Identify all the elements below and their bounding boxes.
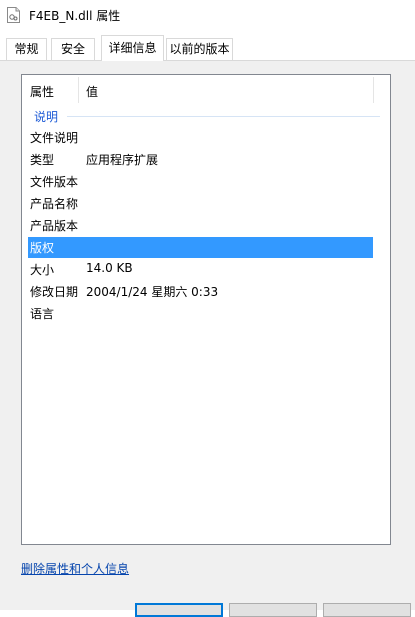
column-divider[interactable] [373,77,374,103]
column-header-value[interactable]: 值 [86,83,98,100]
property-value: 2004/1/24 星期六 0:33 [86,285,219,299]
list-item[interactable]: 产品版本 [28,215,373,236]
list-header: 属性 值 [22,75,390,107]
property-value: 应用程序扩展 [86,153,159,167]
properties-list[interactable]: 属性 值 说明 文件说明 类型 应用程序扩展 文件版本 产品名称 产品版本 版权… [21,74,391,545]
tab-details[interactable]: 详细信息 [101,35,164,61]
property-name: 文件版本 [30,175,79,189]
list-item[interactable]: 类型 应用程序扩展 [28,149,373,170]
list-item-selected[interactable]: 版权 [28,237,373,258]
list-item[interactable]: 文件版本 [28,171,373,192]
dll-file-icon [7,7,20,23]
cancel-button[interactable] [229,603,317,617]
list-item[interactable]: 大小 14.0 KB [28,259,373,280]
ok-button[interactable] [135,603,223,617]
property-name: 版权 [30,241,55,255]
property-name: 大小 [30,263,55,277]
property-name: 文件说明 [30,131,79,145]
tab-general[interactable]: 常规 [6,38,47,60]
list-item[interactable]: 产品名称 [28,193,373,214]
tab-strip: 常规 安全 详细信息 以前的版本 [0,30,415,61]
group-divider [67,116,380,117]
column-divider[interactable] [78,77,79,103]
dialog-buttons [0,603,415,617]
property-name: 类型 [30,153,55,167]
list-item[interactable]: 语言 [28,303,373,324]
property-name: 语言 [30,307,55,321]
column-header-property[interactable]: 属性 [30,83,54,100]
property-name: 产品版本 [30,219,79,233]
list-item[interactable]: 修改日期 2004/1/24 星期六 0:33 [28,281,373,302]
property-value: 14.0 KB [86,261,133,275]
group-label-description: 说明 [34,110,59,124]
apply-button[interactable] [323,603,411,617]
remove-properties-link[interactable]: 删除属性和个人信息 [21,560,129,577]
tab-security[interactable]: 安全 [51,38,95,60]
property-name: 修改日期 [30,285,79,299]
window-title: F4EB_N.dll 属性 [29,9,121,23]
property-name: 产品名称 [30,197,79,211]
tab-previous-versions[interactable]: 以前的版本 [166,38,233,60]
title-bar: F4EB_N.dll 属性 [0,0,415,30]
list-item[interactable]: 文件说明 [28,127,373,148]
